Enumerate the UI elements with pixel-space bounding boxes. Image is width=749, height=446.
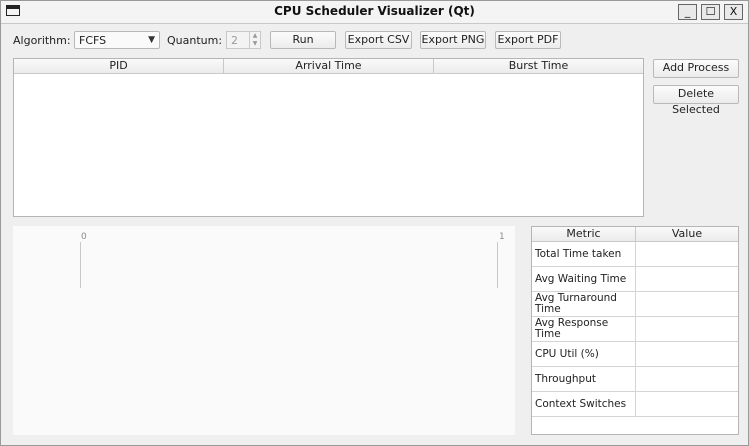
metric-row-avg-waiting-time[interactable]: Avg Waiting Time [532, 267, 738, 292]
gantt-tick-line-0 [80, 242, 81, 288]
quantum-label: Quantum: [167, 34, 223, 47]
metric-name: Total Time taken [535, 247, 622, 260]
title-bar: CPU Scheduler Visualizer (Qt) _ ☐ X [1, 1, 748, 24]
add-process-button[interactable]: Add Process [653, 59, 739, 78]
metric-value [635, 317, 739, 341]
window-title: CPU Scheduler Visualizer (Qt) [274, 4, 475, 18]
algorithm-select[interactable]: FCFS ▼ [74, 31, 160, 49]
spin-arrows[interactable]: ▲ ▼ [249, 32, 260, 48]
metrics-table[interactable]: Metric Value Total Time taken Avg Waitin… [531, 226, 739, 435]
gantt-tick-0: 0 [81, 232, 87, 242]
metric-value [635, 392, 739, 416]
metric-name: Avg Waiting Time [535, 272, 627, 285]
column-header-pid[interactable]: PID [14, 59, 224, 74]
metric-row-total-time[interactable]: Total Time taken [532, 242, 738, 267]
column-header-metric[interactable]: Metric [532, 227, 636, 242]
gantt-chart: 0 1 [13, 226, 515, 435]
spin-up-icon[interactable]: ▲ [250, 32, 260, 40]
metric-value [635, 342, 739, 366]
export-png-button[interactable]: Export PNG [420, 31, 486, 49]
main-window: CPU Scheduler Visualizer (Qt) _ ☐ X Algo… [0, 0, 749, 446]
run-button[interactable]: Run [270, 31, 336, 49]
metric-row-avg-response-time[interactable]: Avg Response Time [532, 317, 738, 342]
metric-name: Avg Response Time [535, 317, 609, 340]
column-header-value[interactable]: Value [636, 227, 738, 242]
metric-row-context-switches[interactable]: Context Switches [532, 392, 738, 417]
algorithm-value: FCFS [79, 34, 107, 47]
close-button[interactable]: X [724, 4, 743, 20]
column-header-arrival-time[interactable]: Arrival Time [224, 59, 434, 74]
chevron-down-icon: ▼ [148, 35, 155, 45]
column-header-burst-time[interactable]: Burst Time [434, 59, 643, 74]
spin-down-icon[interactable]: ▼ [250, 40, 260, 48]
export-csv-button[interactable]: Export CSV [345, 31, 412, 49]
algorithm-label: Algorithm: [13, 34, 71, 47]
gantt-tick-1: 1 [499, 232, 505, 242]
metric-value [635, 242, 739, 266]
metric-value [635, 292, 739, 316]
quantum-spinbox[interactable]: 2 ▲ ▼ [226, 31, 261, 49]
metric-name: Throughput [535, 372, 596, 385]
gantt-tick-line-1 [497, 242, 498, 288]
metric-row-cpu-util[interactable]: CPU Util (%) [532, 342, 738, 367]
metric-row-throughput[interactable]: Throughput [532, 367, 738, 392]
metric-name: Context Switches [535, 397, 627, 410]
export-pdf-button[interactable]: Export PDF [495, 31, 561, 49]
process-table[interactable]: PID Arrival Time Burst Time [13, 58, 644, 217]
metric-name: Avg Turnaround Time [535, 292, 617, 315]
metric-name: CPU Util (%) [535, 347, 599, 360]
metric-value [635, 367, 739, 391]
quantum-value: 2 [231, 34, 238, 47]
maximize-button[interactable]: ☐ [701, 4, 720, 20]
metric-row-avg-turnaround-time[interactable]: Avg Turnaround Time [532, 292, 738, 317]
metric-value [635, 267, 739, 291]
minimize-button[interactable]: _ [678, 4, 697, 20]
delete-selected-button[interactable]: Delete Selected [653, 85, 739, 116]
